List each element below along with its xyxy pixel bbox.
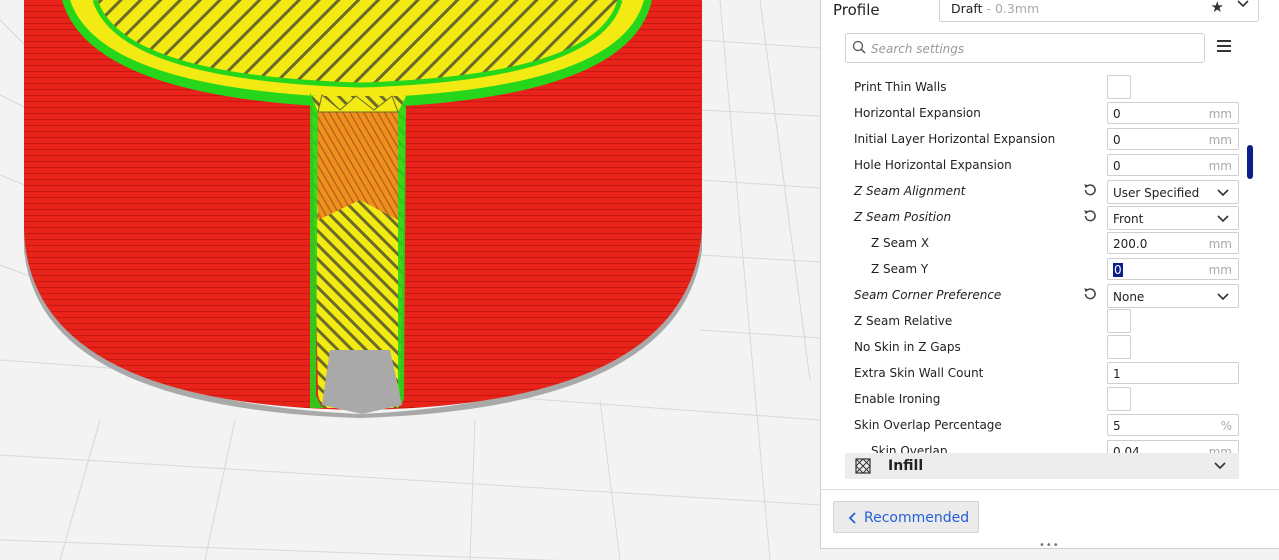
- seam-corner-preference-dropdown[interactable]: None: [1107, 284, 1239, 308]
- profile-dropdown[interactable]: Draft - 0.3mm ★: [939, 0, 1259, 22]
- reset-icon[interactable]: [1082, 208, 1098, 224]
- field-unit: mm: [1208, 159, 1232, 173]
- resize-grip[interactable]: •••: [1039, 540, 1060, 551]
- profile-label: Profile: [833, 1, 880, 19]
- scrollbar-track[interactable]: [1247, 66, 1253, 466]
- setting-row-seam-corner-preference: Seam Corner Preference None: [845, 282, 1239, 308]
- print-settings-panel: Profile Draft - 0.3mm ★ Print Thin Walls…: [820, 0, 1279, 551]
- chevron-left-icon: [848, 511, 858, 528]
- chevron-down-icon: [1216, 289, 1230, 306]
- setting-row-print-thin-walls: Print Thin Walls: [845, 74, 1239, 100]
- enable-ironing-checkbox[interactable]: [1107, 387, 1131, 411]
- chevron-down-icon: [1213, 460, 1227, 475]
- divider: [821, 489, 1279, 490]
- setting-row-no-skin-in-z-gaps: No Skin in Z Gaps: [845, 334, 1239, 360]
- field-value: 5: [1113, 419, 1121, 433]
- chevron-down-icon: [1236, 0, 1250, 14]
- dropdown-value: User Specified: [1113, 186, 1200, 200]
- setting-label: Horizontal Expansion: [854, 106, 981, 120]
- infill-icon: [855, 458, 871, 477]
- chevron-down-icon: [1216, 211, 1230, 228]
- z-seam-y-field[interactable]: 0 mm: [1107, 258, 1239, 280]
- setting-row-z-seam-relative: Z Seam Relative: [845, 308, 1239, 334]
- field-value: 0: [1113, 133, 1121, 147]
- chevron-down-icon: [1216, 185, 1230, 202]
- initial-layer-horizontal-expansion-field[interactable]: 0 mm: [1107, 128, 1239, 150]
- z-seam-relative-checkbox[interactable]: [1107, 309, 1131, 333]
- z-seam-x-field[interactable]: 200.0 mm: [1107, 232, 1239, 254]
- setting-label: Z Seam Alignment: [854, 184, 966, 198]
- setting-label: Seam Corner Preference: [854, 288, 1002, 302]
- profile-row: Profile Draft - 0.3mm ★: [833, 0, 1273, 22]
- horizontal-expansion-field[interactable]: 0 mm: [1107, 102, 1239, 124]
- setting-row-initial-layer-horizontal-expansion: Initial Layer Horizontal Expansion 0 mm: [845, 126, 1239, 152]
- field-unit: mm: [1208, 133, 1232, 147]
- setting-row-enable-ironing: Enable Ironing: [845, 386, 1239, 412]
- setting-row-z-seam-position: Z Seam Position Front: [845, 204, 1239, 230]
- setting-label: No Skin in Z Gaps: [854, 340, 961, 354]
- setting-label: Hole Horizontal Expansion: [854, 158, 1012, 172]
- extra-skin-wall-count-field[interactable]: 1: [1107, 362, 1239, 384]
- category-label: Infill: [888, 458, 924, 474]
- print-thin-walls-checkbox[interactable]: [1107, 75, 1131, 99]
- field-value: 0: [1113, 159, 1121, 173]
- settings-menu-icon[interactable]: [1217, 40, 1231, 54]
- setting-row-horizontal-expansion: Horizontal Expansion 0 mm: [845, 100, 1239, 126]
- setting-label: Z Seam Relative: [854, 314, 953, 328]
- setting-label: Print Thin Walls: [854, 80, 947, 94]
- recommended-label: Recommended: [864, 510, 970, 526]
- no-skin-in-z-gaps-checkbox[interactable]: [1107, 335, 1131, 359]
- field-unit: mm: [1208, 237, 1232, 251]
- reset-icon[interactable]: [1082, 182, 1098, 198]
- scrollbar-thumb[interactable]: [1247, 145, 1253, 179]
- profile-layer-height: - 0.3mm: [982, 1, 1040, 16]
- setting-label: Extra Skin Wall Count: [854, 366, 984, 380]
- setting-row-extra-skin-wall-count: Extra Skin Wall Count 1: [845, 360, 1239, 386]
- field-unit: mm: [1208, 107, 1232, 121]
- setting-label: Z Seam X: [871, 236, 930, 250]
- field-value: 1: [1113, 367, 1121, 381]
- z-seam-alignment-dropdown[interactable]: User Specified: [1107, 180, 1239, 204]
- hole-horizontal-expansion-field[interactable]: 0 mm: [1107, 154, 1239, 176]
- category-header-infill[interactable]: Infill: [845, 453, 1239, 479]
- dropdown-value: None: [1113, 290, 1145, 304]
- recommended-button[interactable]: Recommended: [833, 501, 979, 533]
- reset-icon[interactable]: [1082, 286, 1098, 302]
- search-field[interactable]: [845, 33, 1205, 63]
- settings-list: Print Thin Walls Horizontal Expansion 0 mm I…: [845, 74, 1239, 464]
- setting-label: Z Seam Position: [854, 210, 952, 224]
- field-value: 0: [1113, 263, 1123, 277]
- skin-overlap-percentage-field[interactable]: 5%: [1107, 414, 1239, 436]
- search-input[interactable]: [869, 39, 1193, 59]
- star-icon[interactable]: ★: [1211, 0, 1224, 16]
- setting-label: Z Seam Y: [871, 262, 929, 276]
- setting-label: Skin Overlap Percentage: [854, 418, 1002, 432]
- setting-row-skin-overlap-percentage: Skin Overlap Percentage 5%: [845, 412, 1239, 438]
- setting-row-z-seam-x: Z Seam X 200.0 mm: [845, 230, 1239, 256]
- field-unit: mm: [1208, 263, 1232, 277]
- field-unit: %: [1220, 419, 1232, 433]
- setting-row-z-seam-y: Z Seam Y 0 mm: [845, 256, 1239, 282]
- profile-name: Draft: [951, 1, 983, 16]
- z-seam-position-dropdown[interactable]: Front: [1107, 206, 1239, 230]
- field-value: 0: [1113, 107, 1121, 121]
- search-icon: [852, 40, 866, 57]
- setting-label: Enable Ironing: [854, 392, 941, 406]
- field-value: 200.0: [1113, 237, 1148, 251]
- setting-row-z-seam-alignment: Z Seam Alignment User Specified: [845, 178, 1239, 204]
- setting-label: Initial Layer Horizontal Expansion: [854, 132, 1056, 146]
- setting-row-hole-horizontal-expansion: Hole Horizontal Expansion 0 mm: [845, 152, 1239, 178]
- dropdown-value: Front: [1113, 212, 1144, 226]
